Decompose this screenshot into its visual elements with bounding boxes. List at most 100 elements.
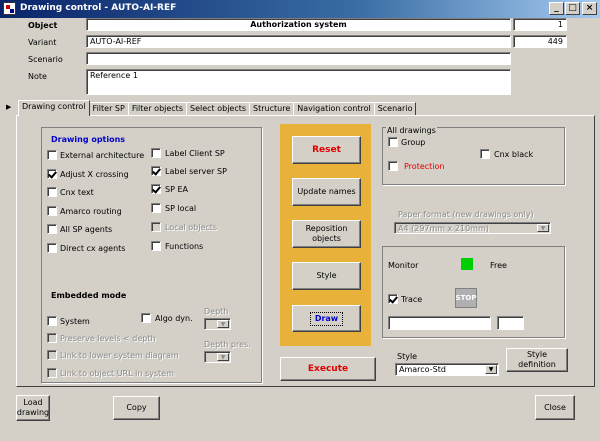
style-button[interactable]: Style bbox=[292, 262, 361, 290]
depth-select[interactable]: ▼ bbox=[204, 318, 231, 330]
group-checkbox[interactable] bbox=[388, 137, 398, 147]
system-label: System bbox=[60, 317, 90, 326]
draw-button-label: Draw bbox=[309, 311, 344, 326]
reset-button[interactable]: Reset bbox=[292, 136, 361, 164]
protection-label: Protection bbox=[404, 162, 445, 171]
preserve-levels-checkbox[interactable] bbox=[47, 333, 57, 343]
protection-checkbox[interactable] bbox=[388, 161, 398, 171]
algo-dyn-checkbox[interactable] bbox=[141, 313, 151, 323]
label-server-sp-checkbox[interactable] bbox=[151, 166, 161, 176]
variant-count-field[interactable]: 449 bbox=[513, 35, 567, 48]
object-count-field[interactable]: 1 bbox=[513, 18, 567, 31]
external-architecture-label: External architecture bbox=[60, 151, 145, 160]
title-bar[interactable]: Drawing control - AUTO-AI-REF _ □ × bbox=[0, 0, 600, 18]
chevron-down-icon: ▼ bbox=[537, 224, 549, 232]
window-title: Drawing control - AUTO-AI-REF bbox=[20, 3, 177, 13]
style-definition-button[interactable]: Style definition bbox=[506, 348, 568, 372]
drawing-options-title: Drawing options bbox=[51, 135, 126, 144]
draw-button[interactable]: Draw bbox=[292, 305, 361, 332]
functions-label: Functions bbox=[165, 242, 204, 251]
depth-label: Depth bbox=[204, 307, 229, 316]
paper-format-label: Paper format (new drawings only) bbox=[398, 210, 534, 219]
link-lower-system-label: Link to lower system diagram bbox=[60, 351, 179, 360]
local-objects-label: Local objects bbox=[165, 223, 218, 232]
trace-checkbox[interactable] bbox=[388, 294, 398, 304]
tab-structure[interactable]: Structure bbox=[249, 102, 295, 116]
close-button[interactable]: Close bbox=[535, 395, 575, 420]
embedded-mode-title: Embedded mode bbox=[51, 291, 127, 300]
tab-strip: Drawing control Filter SP Filter objects… bbox=[18, 100, 417, 116]
all-sp-agents-label: All SP agents bbox=[60, 225, 113, 234]
style-value: Amarco-Std bbox=[399, 365, 446, 374]
direct-cx-agents-label: Direct cx agents bbox=[60, 244, 126, 253]
external-architecture-checkbox[interactable] bbox=[47, 150, 57, 160]
execute-button[interactable]: Execute bbox=[280, 357, 376, 381]
monitor-count-field bbox=[497, 316, 524, 330]
tab-select-objects[interactable]: Select objects bbox=[186, 102, 251, 116]
link-object-url-checkbox[interactable] bbox=[47, 368, 57, 378]
label-server-sp-label: Label server SP bbox=[165, 167, 227, 176]
tab-scenario[interactable]: Scenario bbox=[373, 102, 417, 116]
tab-filter-objects[interactable]: Filter objects bbox=[127, 102, 187, 116]
depth-pres-select[interactable]: ▼ bbox=[204, 351, 231, 363]
monitor-progress-field bbox=[388, 316, 491, 330]
tab-arrow-icon: ▶ bbox=[6, 103, 12, 111]
all-drawings-group bbox=[382, 127, 565, 185]
variant-field[interactable]: AUTO-AI-REF bbox=[86, 35, 511, 48]
chevron-down-icon: ▼ bbox=[217, 353, 229, 361]
system-checkbox[interactable] bbox=[47, 316, 57, 326]
cnx-text-label: Cnx text bbox=[60, 188, 94, 197]
group-label: Group bbox=[401, 138, 426, 147]
scenario-field[interactable] bbox=[86, 52, 511, 65]
adjust-x-crossing-label: Adjust X crossing bbox=[60, 170, 129, 179]
trace-label: Trace bbox=[401, 295, 423, 304]
link-lower-system-checkbox[interactable] bbox=[47, 350, 57, 360]
variant-label: Variant bbox=[28, 38, 57, 47]
tab-filter-sp[interactable]: Filter SP bbox=[88, 102, 129, 116]
maximize-button[interactable]: □ bbox=[565, 2, 580, 15]
functions-checkbox[interactable] bbox=[151, 241, 161, 251]
local-objects-checkbox[interactable] bbox=[151, 222, 161, 232]
object-label: Object bbox=[28, 21, 58, 30]
update-names-button[interactable]: Update names bbox=[292, 178, 361, 206]
cnx-text-checkbox[interactable] bbox=[47, 187, 57, 197]
cnx-black-checkbox[interactable] bbox=[480, 149, 490, 159]
sp-ea-label: SP EA bbox=[165, 185, 188, 194]
amarco-routing-label: Amarco routing bbox=[60, 207, 122, 216]
stop-icon: STOP bbox=[455, 294, 477, 302]
style-select[interactable]: Amarco-Std ▼ bbox=[395, 363, 499, 376]
sp-ea-checkbox[interactable] bbox=[151, 184, 161, 194]
direct-cx-agents-checkbox[interactable] bbox=[47, 243, 57, 253]
label-client-sp-label: Label Client SP bbox=[165, 149, 225, 158]
sp-local-label: SP local bbox=[165, 204, 197, 213]
sp-local-checkbox[interactable] bbox=[151, 203, 161, 213]
all-drawings-title: All drawings bbox=[386, 126, 437, 135]
chevron-down-icon: ▼ bbox=[217, 320, 229, 328]
scenario-label: Scenario bbox=[28, 55, 63, 64]
paper-format-select[interactable]: A4 (297mm x 210mm) ▼ bbox=[394, 222, 551, 234]
monitor-status: Free bbox=[490, 261, 507, 270]
object-field[interactable]: Authorization system bbox=[86, 18, 511, 31]
note-label: Note bbox=[28, 72, 47, 81]
depth-pres-label: Depth pres. bbox=[204, 340, 251, 349]
amarco-routing-checkbox[interactable] bbox=[47, 206, 57, 216]
stop-button[interactable]: STOP bbox=[455, 288, 477, 308]
tab-navigation-control[interactable]: Navigation control bbox=[293, 102, 375, 116]
tab-drawing-control[interactable]: Drawing control bbox=[18, 100, 90, 116]
chevron-down-icon: ▼ bbox=[485, 365, 497, 374]
label-client-sp-checkbox[interactable] bbox=[151, 148, 161, 158]
link-object-url-label: Link to object URL in system bbox=[60, 369, 174, 378]
style-label: Style bbox=[397, 352, 418, 361]
minimize-button[interactable]: _ bbox=[549, 2, 564, 15]
algo-dyn-label: Algo dyn. bbox=[155, 314, 193, 323]
preserve-levels-label: Preserve levels < depth bbox=[60, 334, 156, 343]
cnx-black-label: Cnx black bbox=[494, 150, 534, 159]
load-drawing-button[interactable]: Load drawing bbox=[16, 395, 50, 421]
all-sp-agents-checkbox[interactable] bbox=[47, 224, 57, 234]
note-field[interactable]: Reference 1 bbox=[86, 69, 511, 95]
copy-button[interactable]: Copy bbox=[113, 396, 160, 420]
reposition-objects-button[interactable]: Reposition objects bbox=[292, 220, 361, 248]
paper-format-value: A4 (297mm x 210mm) bbox=[398, 224, 489, 233]
close-window-button[interactable]: × bbox=[582, 2, 597, 15]
adjust-x-crossing-checkbox[interactable] bbox=[47, 169, 57, 179]
